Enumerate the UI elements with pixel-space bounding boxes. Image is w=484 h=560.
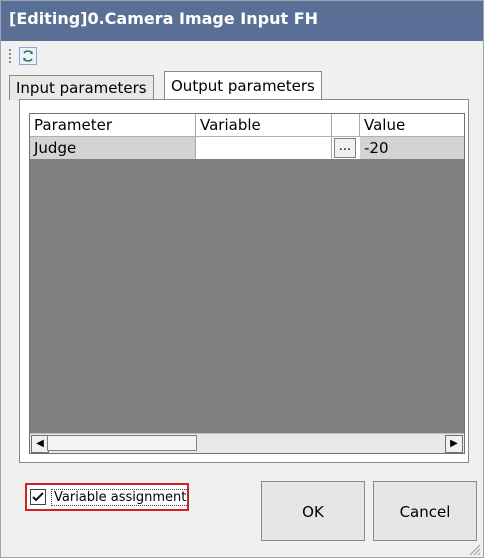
- refresh-icon[interactable]: [19, 47, 37, 65]
- horizontal-scrollbar[interactable]: ◀ ▶: [30, 433, 464, 453]
- scroll-thumb[interactable]: [47, 435, 197, 451]
- table-row: Judge ... -20: [30, 137, 464, 159]
- window-title: [Editing]0.Camera Image Input FH: [9, 9, 319, 28]
- grid-header: Parameter Variable Value: [30, 114, 464, 137]
- browse-variable-button[interactable]: ...: [334, 138, 356, 158]
- parameter-grid: Parameter Variable Value Judge ... -20 ◀…: [29, 113, 465, 454]
- variable-assignment-highlight: Variable assignment: [25, 483, 190, 511]
- cell-parameter: Judge: [30, 137, 196, 159]
- tab-input-parameters[interactable]: Input parameters: [9, 75, 154, 100]
- tab-output-parameters[interactable]: Output parameters: [164, 71, 322, 100]
- toolbar: [1, 41, 483, 73]
- column-header-parameter[interactable]: Parameter: [30, 114, 196, 136]
- cell-value: -20: [360, 137, 464, 159]
- dialog-footer: Variable assignment OK Cancel: [1, 463, 483, 557]
- ok-button[interactable]: OK: [261, 481, 365, 541]
- variable-assignment-checkbox[interactable]: [30, 489, 46, 505]
- cell-variable[interactable]: [196, 137, 332, 159]
- column-header-button[interactable]: [332, 114, 360, 136]
- scroll-right-icon[interactable]: ▶: [445, 435, 463, 453]
- title-bar: [Editing]0.Camera Image Input FH: [1, 1, 483, 41]
- column-header-variable[interactable]: Variable: [196, 114, 332, 136]
- dialog-window: [Editing]0.Camera Image Input FH Input p…: [0, 0, 484, 558]
- toolbar-grip[interactable]: [9, 49, 13, 63]
- resize-grip-icon[interactable]: [467, 541, 481, 556]
- tab-panel: Parameter Variable Value Judge ... -20 ◀…: [19, 99, 469, 463]
- cancel-button[interactable]: Cancel: [373, 481, 477, 541]
- column-header-value[interactable]: Value: [360, 114, 464, 136]
- variable-assignment-label[interactable]: Variable assignment: [51, 489, 190, 506]
